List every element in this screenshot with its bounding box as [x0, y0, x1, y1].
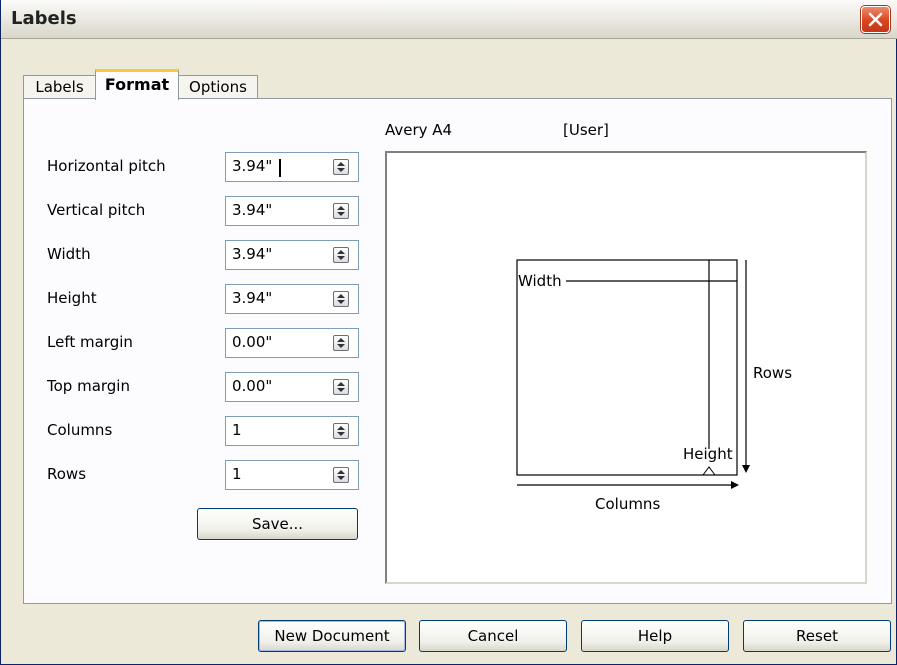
columns-text: Columns: [595, 495, 660, 513]
columns-arrowhead: [731, 481, 739, 489]
left-margin-label: Left margin: [47, 333, 133, 351]
rows-text: Rows: [753, 364, 792, 382]
top-margin-label: Top margin: [47, 377, 130, 395]
vertical-pitch-spinner[interactable]: [333, 203, 349, 219]
window-title: Labels: [11, 8, 77, 29]
rows-spinner[interactable]: [333, 467, 349, 483]
left-margin-field[interactable]: 0.00": [225, 328, 359, 358]
width-text: Width: [518, 272, 562, 290]
rows-field[interactable]: 1: [225, 460, 359, 490]
preview-diagram: Width Height Rows Columns: [516, 259, 792, 513]
tab-labels[interactable]: Labels: [23, 75, 96, 99]
columns-spinner[interactable]: [333, 423, 349, 439]
width-label: Width: [47, 245, 91, 263]
vertical-pitch-label: Vertical pitch: [47, 201, 146, 219]
height-text: Height: [683, 445, 733, 463]
close-button[interactable]: [861, 6, 890, 33]
top-margin-spinner[interactable]: [333, 379, 349, 395]
preview-brand: Avery A4: [385, 121, 453, 139]
top-margin-field[interactable]: 0.00": [225, 372, 359, 402]
label-outline: [516, 259, 738, 476]
preview-type: [User]: [563, 121, 609, 139]
reset-button[interactable]: Reset: [743, 620, 891, 652]
horizontal-pitch-field[interactable]: 3.94": [225, 152, 359, 182]
new-document-button[interactable]: New Document: [258, 620, 406, 652]
spin-arrows-icon: [337, 382, 345, 392]
width-field[interactable]: 3.94": [225, 240, 359, 270]
tab-options[interactable]: Options: [178, 75, 258, 99]
spin-arrows-icon: [337, 426, 345, 436]
close-icon: [868, 12, 883, 27]
width-spinner[interactable]: [333, 247, 349, 263]
columns-field[interactable]: 1: [225, 416, 359, 446]
spin-arrows-icon: [337, 470, 345, 480]
spin-arrows-icon: [337, 162, 345, 172]
rows-arrowhead: [742, 465, 750, 473]
height-tick: [702, 466, 716, 476]
cancel-button[interactable]: Cancel: [419, 620, 567, 652]
height-spinner[interactable]: [333, 291, 349, 307]
label-preview: Width Height Rows Columns: [385, 151, 867, 584]
spin-arrows-icon: [337, 250, 345, 260]
rows-label: Rows: [47, 465, 87, 483]
left-margin-spinner[interactable]: [333, 335, 349, 351]
horizontal-pitch-label: Horizontal pitch: [47, 157, 166, 175]
spin-arrows-icon: [337, 206, 345, 216]
vertical-pitch-field[interactable]: 3.94": [225, 196, 359, 226]
spin-arrows-icon: [337, 338, 345, 348]
height-field[interactable]: 3.94": [225, 284, 359, 314]
columns-label: Columns: [47, 421, 113, 439]
labels-dialog: Labels Labels Format Options Horizontal …: [0, 0, 897, 665]
title-bar[interactable]: Labels: [1, 0, 897, 39]
spin-arrows-icon: [337, 294, 345, 304]
text-caret: [279, 159, 281, 177]
horizontal-pitch-spinner[interactable]: [333, 159, 349, 175]
save-button[interactable]: Save...: [197, 508, 358, 540]
help-button[interactable]: Help: [581, 620, 729, 652]
height-label: Height: [47, 289, 97, 307]
tab-format[interactable]: Format: [95, 69, 179, 100]
